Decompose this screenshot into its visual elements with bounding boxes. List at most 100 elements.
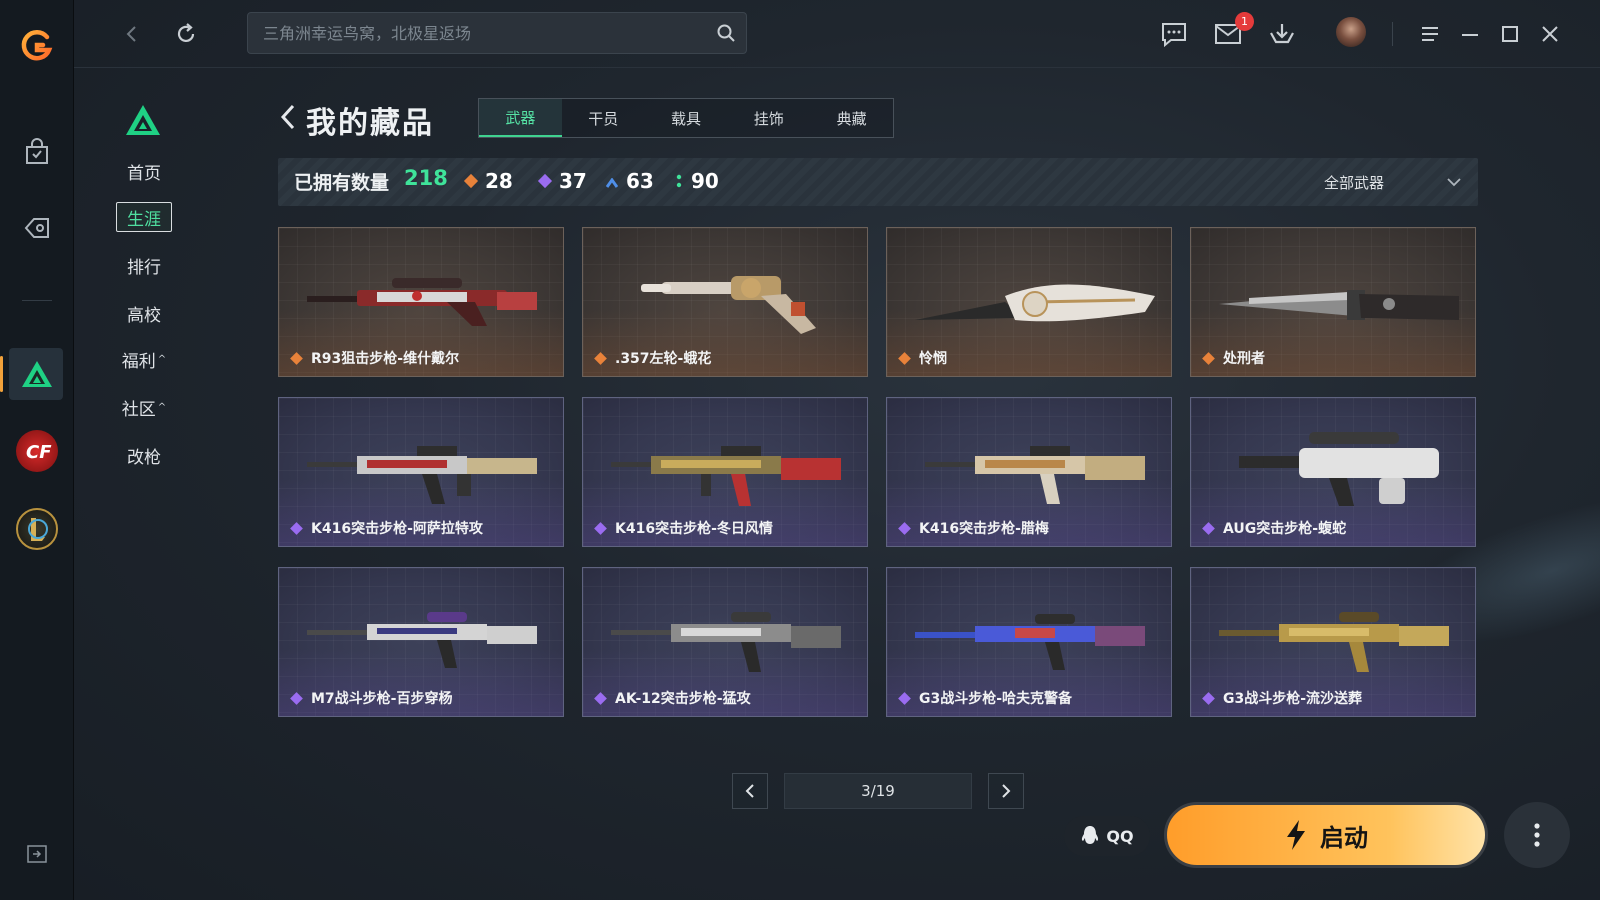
nav-item-label: 首页 (127, 163, 161, 184)
collection-card[interactable]: K416突击步枪-腊梅 (886, 397, 1172, 547)
gold-diamond-icon (898, 351, 911, 365)
search-box (247, 12, 747, 54)
purple-diamond-icon (594, 691, 607, 705)
qq-account-button[interactable]: QQ (1064, 816, 1150, 856)
minimize-icon[interactable] (1454, 18, 1486, 50)
refresh-icon[interactable] (172, 20, 200, 48)
collection-card[interactable]: 怜悯 (886, 227, 1172, 377)
item-name: 处刑者 (1201, 348, 1265, 368)
item-name-text: K416突击步枪-冬日风情 (615, 521, 773, 537)
nav-item-ranking[interactable]: 排行 (114, 250, 174, 280)
topbar-divider (1392, 22, 1393, 46)
nav-item-community[interactable]: 社区 ^ (114, 392, 174, 422)
rail-divider (22, 300, 52, 301)
page-indicator: 3/19 (784, 773, 972, 809)
collection-card[interactable]: K416突击步枪-阿萨拉特攻 (278, 397, 564, 547)
purple-diamond-icon (537, 173, 553, 189)
caret-up-icon: ^ (157, 353, 167, 365)
collection-card[interactable]: K416突击步枪-冬日风情 (582, 397, 868, 547)
assault-rifle-icon (925, 446, 1145, 504)
nav-item-label: 生涯 (127, 209, 161, 230)
crossfire-game-icon[interactable]: CF (16, 430, 58, 472)
chat-icon[interactable] (1158, 18, 1190, 50)
collection-card[interactable]: AUG突击步枪-蝮蛇 (1190, 397, 1476, 547)
collection-card[interactable]: G3战斗步枪-哈夫克警备 (886, 567, 1172, 717)
knife-icon (1219, 290, 1459, 320)
bullpup-rifle-icon (1239, 432, 1439, 506)
item-name: 怜悯 (897, 348, 947, 368)
launch-game-button[interactable]: 启动 (1164, 802, 1488, 868)
download-icon[interactable] (1266, 18, 1298, 50)
lightning-bolt-icon (1287, 820, 1305, 850)
revolver-icon (641, 276, 816, 334)
item-name-text: 怜悯 (919, 351, 947, 367)
weapon-filter-dropdown[interactable]: 全部武器 (1324, 172, 1384, 193)
tab-operators[interactable]: 干员 (562, 99, 645, 137)
menu-icon[interactable] (1414, 18, 1446, 50)
store-bag-icon[interactable] (19, 134, 55, 170)
gold-diamond-icon (594, 351, 607, 365)
item-name: M7战斗步枪-百步穿杨 (289, 688, 452, 708)
purple-diamond-icon (1202, 691, 1215, 705)
item-name: .357左轮-蛾花 (593, 348, 711, 368)
tab-vehicles[interactable]: 载具 (645, 99, 728, 137)
user-avatar[interactable] (1336, 17, 1366, 47)
stat-gold-rarity: 28 (463, 169, 513, 193)
nav-item-label: 排行 (127, 257, 161, 278)
qq-penguin-icon (1082, 826, 1099, 844)
app-logo-icon[interactable] (19, 28, 55, 64)
game-tag-icon[interactable] (19, 210, 55, 246)
nav-item-career[interactable]: 生涯 (116, 202, 172, 232)
item-name-text: .357左轮-蛾花 (615, 351, 712, 367)
collection-card[interactable]: AK-12突击步枪-猛攻 (582, 567, 868, 717)
nav-item-welfare[interactable]: 福利 ^ (114, 344, 174, 374)
purple-diamond-icon (594, 521, 607, 535)
item-name-text: K416突击步枪-腊梅 (919, 521, 1049, 537)
league-of-legends-game-icon[interactable] (16, 508, 58, 550)
prev-page-button[interactable] (732, 773, 768, 809)
game-side-nav: 首页 生涯 排行 高校 福利 ^ 社区 ^ 改枪 (74, 68, 234, 900)
collection-card[interactable]: 处刑者 (1190, 227, 1476, 377)
maximize-icon[interactable] (1494, 18, 1526, 50)
search-icon[interactable] (716, 23, 736, 43)
main-area: 1 首页 生涯 排行 (74, 0, 1600, 900)
rail-active-indicator (0, 356, 3, 392)
tab-charms[interactable]: 挂饰 (727, 99, 810, 137)
collection-card[interactable]: M7战斗步枪-百步穿杨 (278, 567, 564, 717)
owned-count-value: 218 (404, 166, 448, 190)
collection-card[interactable]: G3战斗步枪-流沙送葬 (1190, 567, 1476, 717)
tab-collection[interactable]: 典藏 (810, 99, 893, 137)
assault-rifle-icon (611, 612, 841, 672)
gold-diamond-icon (290, 351, 303, 365)
item-name-text: 处刑者 (1223, 351, 1265, 367)
item-name-text: M7战斗步枪-百步穿杨 (311, 691, 453, 707)
collection-card[interactable]: .357左轮-蛾花 (582, 227, 868, 377)
nav-item-college[interactable]: 高校 (114, 298, 174, 328)
stat-value: 63 (626, 169, 654, 193)
nav-item-label: 高校 (127, 305, 161, 326)
nav-item-home[interactable]: 首页 (114, 156, 174, 186)
purple-diamond-icon (1202, 521, 1215, 535)
more-options-button[interactable] (1504, 802, 1570, 868)
battle-rifle-icon (307, 612, 537, 668)
item-name-text: K416突击步枪-阿萨拉特攻 (311, 521, 483, 537)
back-arrow-icon[interactable] (276, 102, 300, 132)
stat-purple-rarity: 37 (537, 169, 587, 193)
delta-force-game-icon[interactable] (19, 356, 55, 392)
search-input[interactable] (248, 13, 698, 53)
chevron-down-icon[interactable] (1444, 172, 1464, 192)
stat-green-rarity: 90 (676, 169, 719, 193)
tab-weapons[interactable]: 武器 (479, 99, 562, 137)
back-nav-icon[interactable] (118, 20, 146, 48)
game-rail: CF (0, 0, 74, 900)
category-tabs: 武器 干员 载具 挂饰 典藏 (478, 98, 894, 138)
top-bar: 1 (74, 0, 1600, 68)
knife-icon (915, 284, 1155, 322)
nav-item-gunsmith[interactable]: 改枪 (114, 440, 174, 470)
nav-item-label: 改枪 (127, 447, 161, 468)
collapse-sidebar-icon[interactable] (24, 842, 50, 866)
close-icon[interactable] (1534, 18, 1566, 50)
next-page-button[interactable] (988, 773, 1024, 809)
collection-card[interactable]: R93狙击步枪-维什戴尔 (278, 227, 564, 377)
green-dots-icon (676, 169, 682, 193)
